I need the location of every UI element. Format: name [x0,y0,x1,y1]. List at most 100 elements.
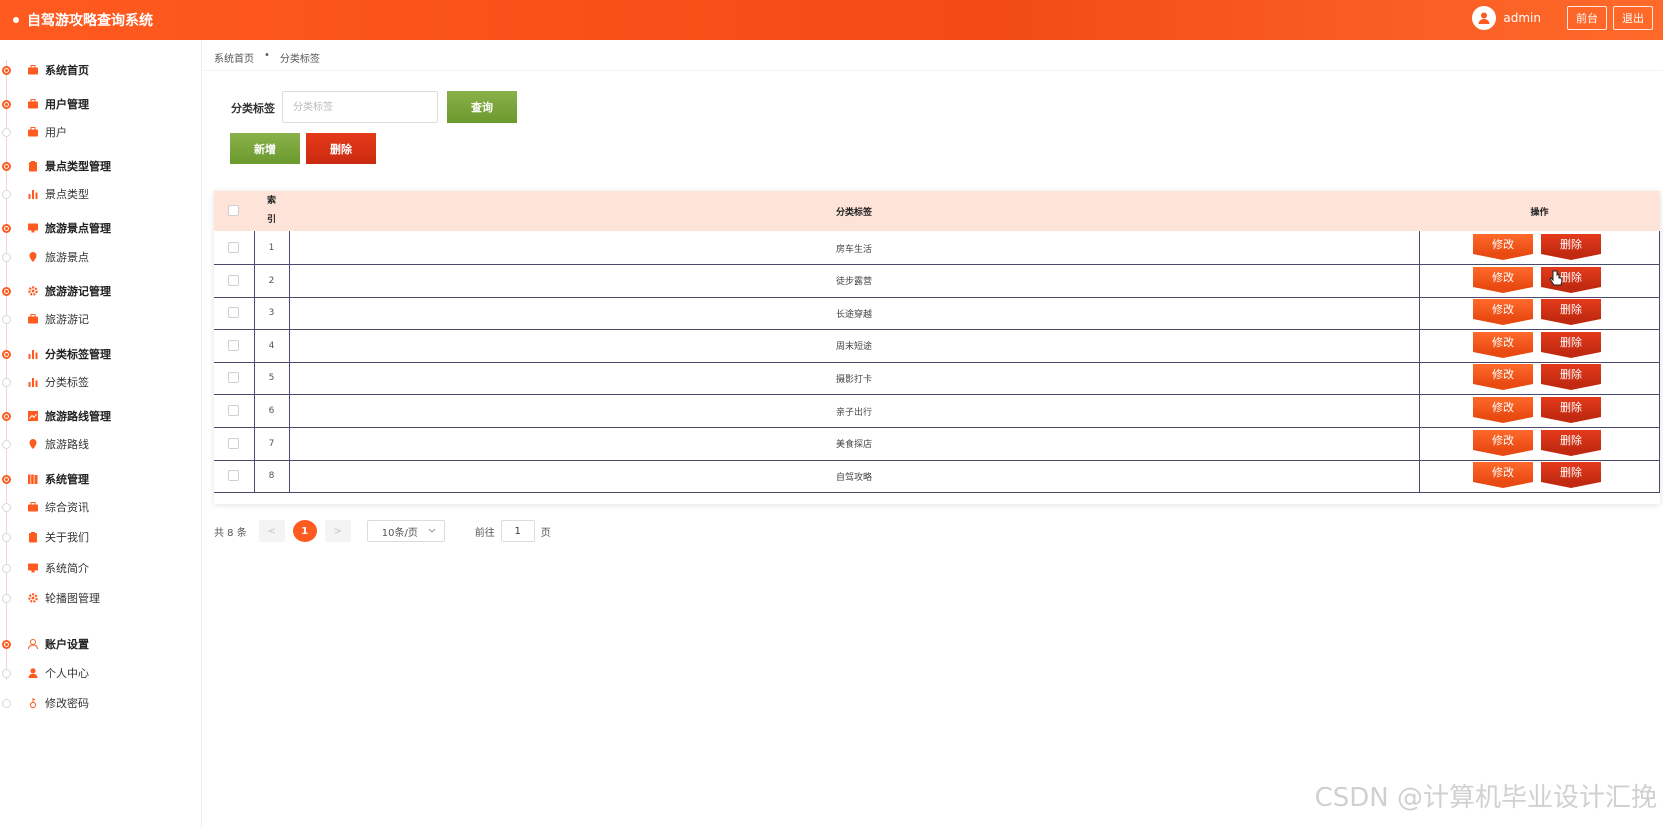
chevron-down-icon [428,528,436,533]
sidebar-marker [2,99,11,109]
tag-search-input[interactable] [282,91,438,123]
sidebar-item[interactable]: 系统简介 [0,558,200,578]
column-divider [1659,263,1660,298]
sidebar-item[interactable]: 旅游景点 [0,247,200,267]
delete-button[interactable]: 删除 [1541,429,1601,456]
sidebar-item[interactable]: 用户 [0,122,200,142]
column-divider [1419,361,1420,396]
table-row: 1 房车生活 修改 删除 [214,231,1660,265]
select-all-checkbox[interactable] [228,205,239,216]
sidebar-item[interactable]: 综合资讯 [0,497,200,517]
next-page-button[interactable]: > [324,520,351,542]
gear-icon [27,592,39,604]
clipboard-icon [27,531,39,543]
sidebar-item-label: 账户设置 [45,638,89,651]
sidebar-item[interactable]: 旅游路线 [0,434,200,454]
header-index-line2: 引 [266,215,276,225]
delete-button[interactable]: 删除 [1541,462,1601,489]
delete-button[interactable]: 删除 [1541,364,1601,391]
edit-button[interactable]: 修改 [1473,299,1533,326]
briefcase-icon [27,98,39,110]
table-row: 5 摄影打卡 修改 删除 [214,361,1660,396]
monitor-icon [27,562,39,574]
row-index: 7 [268,438,275,449]
sidebar-item-label: 旅游路线 [45,438,89,451]
username: admin [1503,11,1541,25]
row-checkbox[interactable] [228,242,239,253]
row-checkbox[interactable] [228,307,239,319]
row-checkbox[interactable] [228,339,239,351]
user-outline-icon [27,638,39,650]
edit-button[interactable]: 修改 [1473,364,1533,391]
briefcase-icon [27,126,39,138]
edit-button[interactable]: 修改 [1473,397,1533,423]
sidebar-item[interactable]: 轮播图管理 [0,588,200,608]
row-checkbox[interactable] [228,470,239,482]
row-checkbox[interactable] [228,405,239,416]
delete-button[interactable]: 删除 [1541,299,1601,326]
sidebar-item-label: 旅游景点 [45,251,89,264]
sidebar-marker [2,698,11,708]
sidebar-item-label: 分类标签管理 [45,348,111,361]
front-page-button[interactable]: 前台 [1567,6,1607,30]
sidebar-item[interactable]: 旅游游记 [0,309,200,329]
delete-button[interactable]: 删除 [1541,234,1601,260]
row-index: 6 [268,406,275,416]
header-index-line1: 索 [266,196,276,206]
sidebar-item[interactable]: 个人中心 [0,663,200,683]
sidebar-item-label: 修改密码 [45,697,89,710]
sidebar-item[interactable]: 景点类型 [0,184,200,204]
row-index: 8 [268,471,275,482]
sidebar-item[interactable]: 旅游游记管理 [0,281,200,301]
sidebar-item-label: 关于我们 [45,531,89,544]
sidebar-item[interactable]: 旅游路线管理 [0,406,200,426]
batch-delete-button[interactable]: 删除 [306,133,376,164]
prev-page-button[interactable]: < [258,520,285,542]
delete-button[interactable]: 删除 [1541,397,1601,423]
sidebar-item[interactable]: 分类标签管理 [0,344,200,364]
table-row: 8 自驾攻略 修改 删除 [214,459,1660,494]
page-size-select[interactable]: 10条/页 [366,520,445,542]
top-header: 自驾游攻略查询系统 admin 前台 退出 [0,0,1663,40]
sidebar-item[interactable]: 用户管理 [0,94,200,114]
table-header: 索 引 分类标签 操作 [214,191,1660,231]
sidebar-item[interactable]: 分类标签 [0,372,200,392]
page-number-current[interactable]: 1 [292,520,317,542]
row-checkbox[interactable] [228,274,239,286]
sidebar-item[interactable]: 景点类型管理 [0,156,200,176]
sidebar-item[interactable]: 旅游景点管理 [0,218,200,238]
breadcrumb-home[interactable]: 系统首页 [214,50,254,65]
sidebar-item[interactable]: 账户设置 [0,634,200,654]
sidebar: 系统首页用户管理用户景点类型管理 景点类型旅游景点管理旅游景点旅游游记管理 旅游游记… [0,40,202,828]
sidebar-rail [6,60,7,680]
sidebar-item[interactable]: 关于我们 [0,527,200,547]
query-button[interactable]: 查询 [447,91,517,123]
edit-button[interactable]: 修改 [1473,331,1533,358]
pagination: 共 8 条 < 1 > 10条/页 前往 页 [214,520,551,542]
column-divider [1419,328,1420,363]
sidebar-item[interactable]: 修改密码 [0,693,200,713]
column-divider [1419,426,1420,461]
edit-button[interactable]: 修改 [1473,266,1533,293]
add-button[interactable]: 新增 [230,133,300,164]
edit-button[interactable]: 修改 [1473,462,1533,489]
table-row: 7 美食探店 修改 删除 [214,426,1660,461]
sidebar-marker [2,474,11,484]
edit-button[interactable]: 修改 [1473,234,1533,260]
watermark: CSDN @计算机毕业设计汇挽 [1314,783,1657,813]
column-divider [1419,231,1420,265]
row-checkbox[interactable] [228,372,239,384]
sidebar-marker [2,252,11,262]
edit-button[interactable]: 修改 [1473,429,1533,456]
sidebar-item-label: 系统首页 [45,64,89,77]
row-tag: 自驾攻略 [835,472,872,483]
sidebar-marker [2,349,11,359]
sidebar-item[interactable]: 系统管理 [0,469,200,489]
logout-button[interactable]: 退出 [1613,6,1653,30]
goto-page-input[interactable] [500,520,535,542]
avatar[interactable] [1472,6,1497,30]
row-tag: 徒步露营 [835,277,872,288]
delete-button[interactable]: 删除 [1541,331,1601,358]
row-checkbox[interactable] [228,437,239,449]
sidebar-item[interactable]: 系统首页 [0,60,200,80]
